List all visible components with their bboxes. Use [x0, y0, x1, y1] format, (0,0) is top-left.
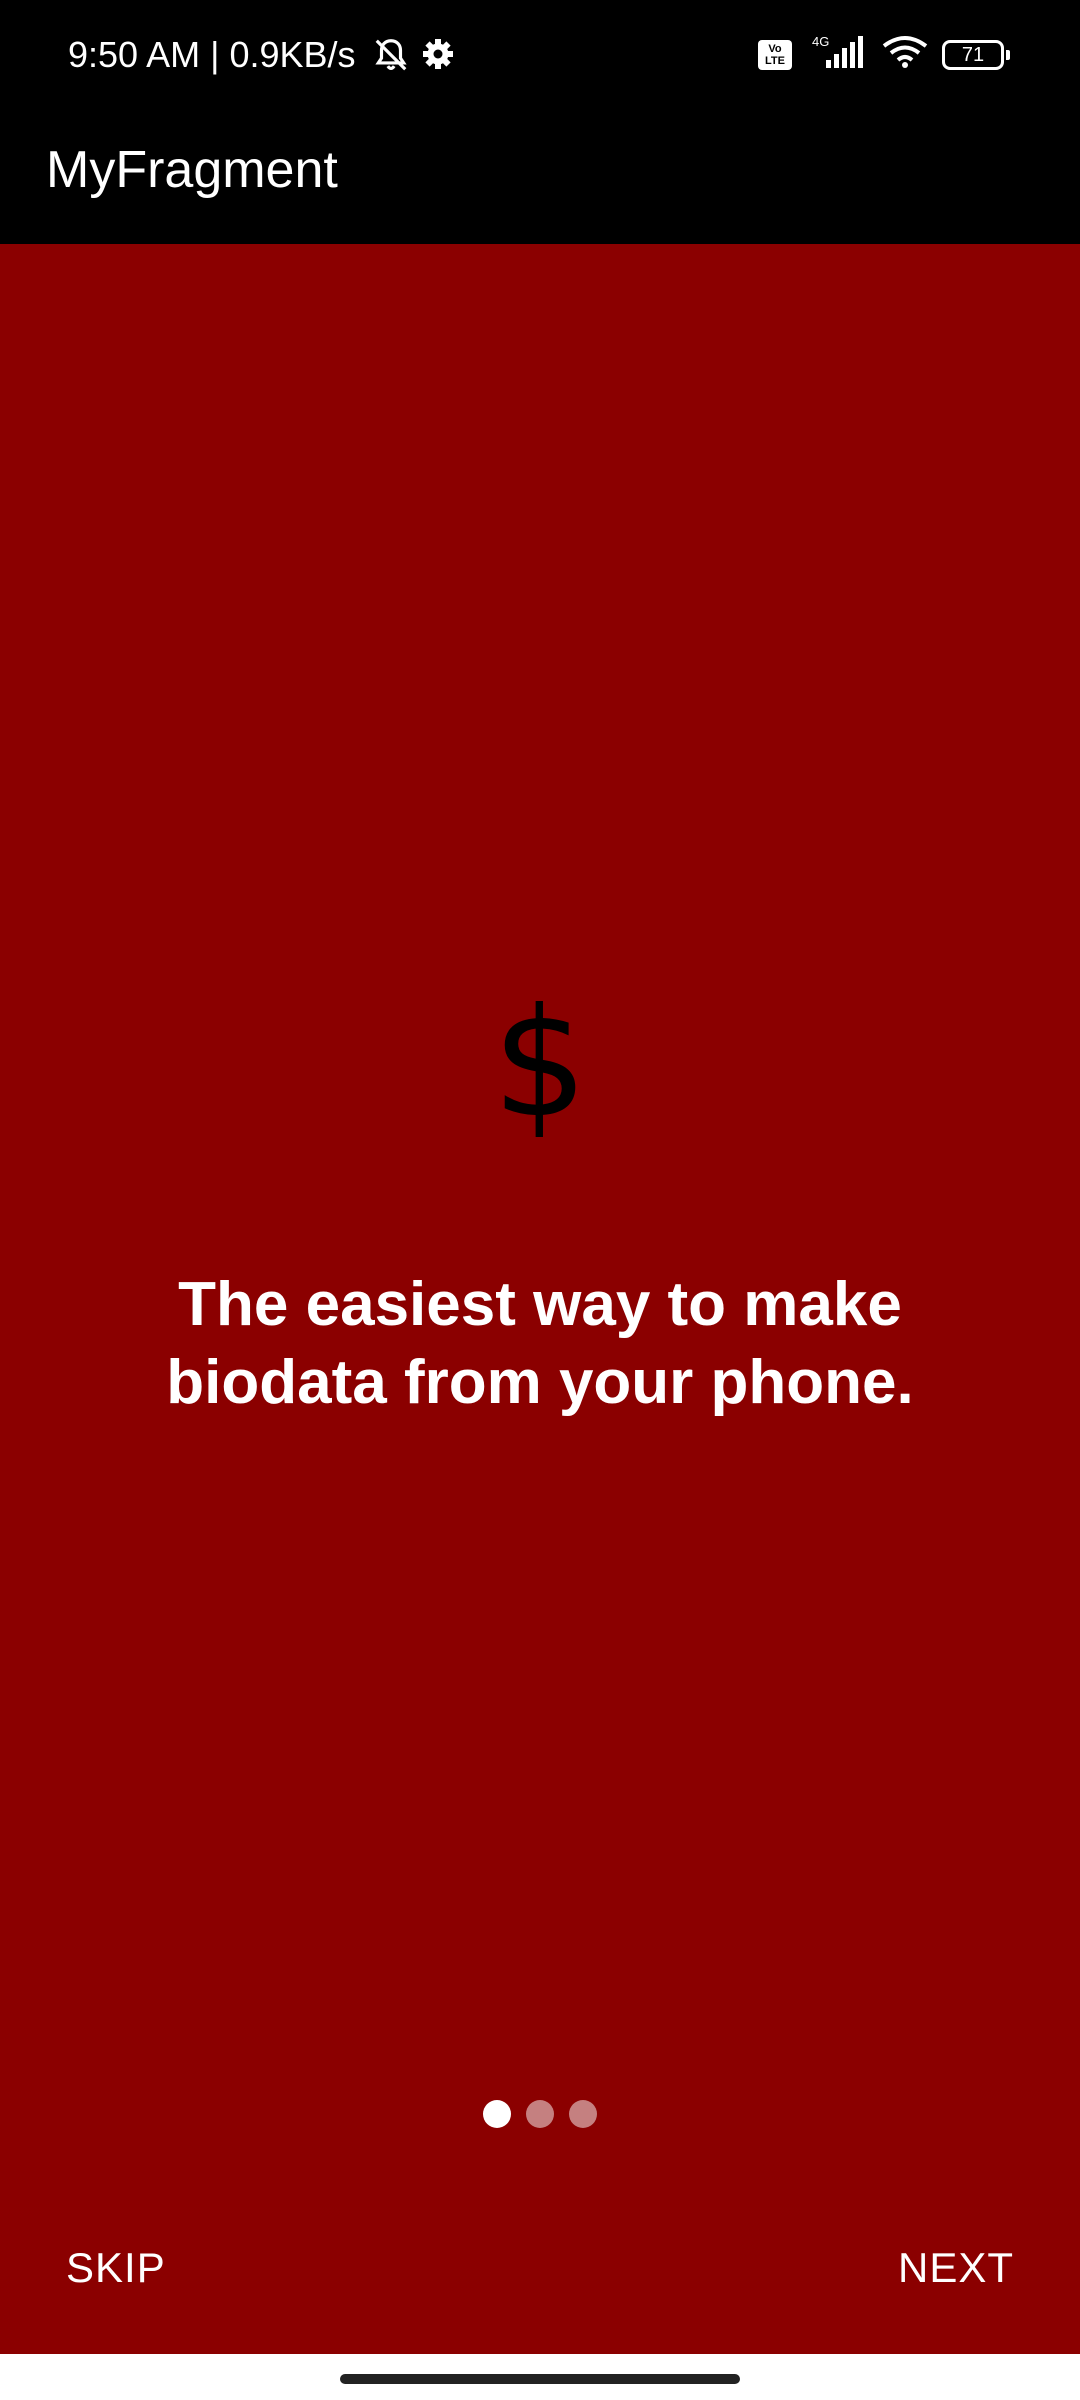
- status-right-icons: Vo LTE 4G 71: [758, 34, 1010, 75]
- screen: 9:50 AM | 0.9KB/s Vo LTE 4G 71 MyFragmen…: [0, 0, 1080, 2400]
- status-bar: 9:50 AM | 0.9KB/s Vo LTE 4G 71: [0, 0, 1080, 120]
- page-dot-2: [526, 2100, 554, 2128]
- page-dot-3: [569, 2100, 597, 2128]
- app-bar: MyFragment: [0, 120, 1080, 244]
- network-type-label: 4G: [812, 34, 829, 49]
- page-dot-1: [483, 2100, 511, 2128]
- page-indicator: [0, 2100, 1080, 2128]
- signal-icon: 4G: [804, 34, 868, 75]
- status-left-icons: [372, 36, 456, 79]
- status-time: 9:50 AM | 0.9KB/s: [68, 34, 356, 75]
- app-title: MyFragment: [46, 141, 338, 199]
- navigation-bar: [0, 2354, 1080, 2400]
- skip-button[interactable]: SKIP: [46, 2234, 186, 2302]
- wifi-icon: [880, 34, 930, 75]
- battery-icon: 71: [942, 39, 1010, 70]
- dollar-icon: $: [492, 977, 588, 1151]
- volte-icon: Vo LTE: [758, 39, 792, 70]
- slide-description: The easiest way to make biodata from you…: [166, 1270, 914, 1417]
- bell-off-icon: [372, 36, 410, 79]
- next-button[interactable]: NEXT: [878, 2234, 1034, 2302]
- onboarding-slide[interactable]: $ The easiest way to make biodata from y…: [0, 244, 1080, 2354]
- gear-icon: [420, 36, 456, 79]
- home-indicator[interactable]: [340, 2374, 740, 2384]
